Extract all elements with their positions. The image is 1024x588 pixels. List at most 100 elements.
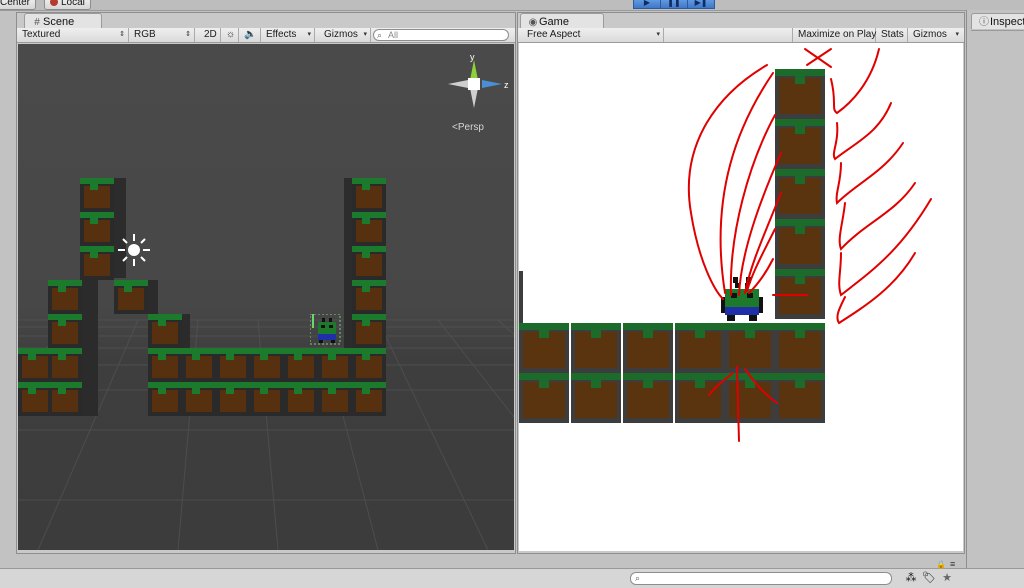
tile	[775, 69, 825, 119]
player-sprite[interactable]	[721, 277, 763, 323]
persp-label-text: Persp	[457, 122, 484, 133]
tile	[250, 382, 284, 416]
render-mode-value: Textured	[22, 29, 61, 40]
scene-audio-toggle[interactable]: 🔈	[239, 28, 261, 42]
tile	[182, 382, 216, 416]
scene-gizmos-label: Gizmos	[324, 29, 358, 40]
chevron-down-icon: ▾	[307, 31, 311, 38]
tile	[623, 323, 673, 373]
chevron-down-icon: ▾	[656, 31, 660, 38]
color-mode-value: RGB	[134, 29, 156, 40]
aspect-dropdown[interactable]: Free Aspect ▾	[522, 28, 664, 42]
gizmo-y-label: y	[470, 52, 475, 62]
sun-icon: ☼	[226, 29, 236, 40]
stats-label: Stats	[881, 29, 904, 40]
tile	[80, 178, 114, 212]
tile	[775, 269, 825, 319]
inspector-panel: ⓘInspect	[966, 10, 1024, 571]
tile	[352, 246, 386, 280]
tile	[775, 219, 825, 269]
tab-inspector-label: Inspect	[990, 16, 1024, 28]
tile	[725, 323, 775, 373]
chevron-down-icon: ▾	[363, 31, 367, 38]
project-search-input[interactable]: ⌕	[630, 572, 892, 585]
tile	[114, 280, 148, 314]
step-icon: ▶❚	[694, 0, 708, 7]
block-side	[344, 178, 352, 348]
search-icon: ⌕	[635, 573, 641, 583]
game-gizmos-dropdown[interactable]: Gizmos ▾	[908, 28, 962, 42]
projection-toggle[interactable]: <Persp	[452, 122, 484, 133]
updown-arrow-icon: ⇕	[185, 31, 191, 38]
tile	[18, 382, 52, 416]
tile	[352, 280, 386, 314]
game-toolbar: Free Aspect ▾ Maximize on Play Stats Giz…	[518, 28, 964, 43]
scene-gizmos-dropdown[interactable]: Gizmos ▾	[319, 28, 371, 42]
tile	[148, 314, 182, 348]
tile	[352, 314, 386, 348]
tile	[318, 348, 352, 382]
game-viewport[interactable]	[519, 43, 963, 551]
tile	[571, 323, 621, 373]
tile	[352, 178, 386, 212]
step-button[interactable]: ▶❚	[687, 0, 715, 9]
play-button[interactable]: ▶	[633, 0, 661, 9]
orientation-gizmo[interactable]: y z	[448, 52, 512, 116]
gizmo-z-label: z	[504, 80, 509, 90]
tile	[352, 382, 386, 416]
maximize-on-play-toggle[interactable]: Maximize on Play	[792, 28, 876, 42]
scene-toolbar: Textured ⇕ RGB ⇕ 2D ☼ 🔈 Effects ▾ Gizmos…	[17, 28, 515, 43]
tile	[725, 373, 775, 423]
tab-inspector[interactable]: ⓘInspect	[971, 13, 1024, 29]
tile	[775, 119, 825, 169]
speaker-icon: 🔈	[244, 29, 257, 40]
scene-lighting-toggle[interactable]: ☼	[221, 28, 239, 42]
local-icon	[50, 0, 58, 6]
pivot-center-button[interactable]: Center	[0, 0, 37, 10]
tile	[519, 323, 569, 373]
directional-light-sun-icon[interactable]	[116, 232, 152, 268]
favorites-button[interactable]: ★	[940, 572, 954, 585]
pivot-local-button[interactable]: Local	[44, 0, 91, 10]
tile	[571, 373, 621, 423]
toggle-2d-button[interactable]: 2D	[199, 28, 221, 42]
tile	[352, 212, 386, 246]
tile	[80, 212, 114, 246]
tile	[284, 382, 318, 416]
filter-by-type-button[interactable]: ⁂	[904, 572, 918, 585]
project-toolbar: ⌕ ⁂ 🏷 ★ 🔒 ≡	[0, 559, 1024, 588]
tab-scene[interactable]: # Scene	[24, 13, 102, 29]
tile	[352, 348, 386, 382]
render-mode-dropdown[interactable]: Textured ⇕	[17, 28, 129, 42]
filter-by-label-button[interactable]: 🏷	[922, 572, 936, 585]
tile	[250, 348, 284, 382]
pivot-center-label: Center	[0, 0, 31, 8]
panel-menu-icon[interactable]: ≡	[950, 559, 955, 569]
tile	[775, 323, 825, 373]
player-sprite[interactable]	[309, 313, 342, 348]
stats-toggle[interactable]: Stats	[876, 28, 908, 42]
info-icon: ⓘ	[979, 17, 989, 28]
tile	[48, 314, 82, 348]
color-mode-dropdown[interactable]: RGB ⇕	[129, 28, 195, 42]
scene-viewport[interactable]	[18, 44, 514, 550]
player-sprite-svg	[309, 313, 341, 345]
maximize-label: Maximize on Play	[798, 29, 877, 40]
tile	[284, 348, 318, 382]
search-icon: ⌕	[377, 30, 383, 40]
lock-icon[interactable]: 🔒	[936, 560, 946, 569]
tile	[675, 323, 725, 373]
inspector-body	[971, 30, 1024, 571]
tile	[48, 382, 82, 416]
tab-game[interactable]: ◉ Game	[520, 13, 604, 29]
block-side	[82, 280, 98, 416]
tile	[48, 348, 82, 382]
scene-search-input[interactable]: ⌕ All	[373, 29, 509, 41]
tile	[216, 348, 250, 382]
toggle-2d-label: 2D	[204, 29, 217, 40]
tile	[18, 348, 52, 382]
tile	[318, 382, 352, 416]
effects-dropdown[interactable]: Effects ▾	[261, 28, 315, 42]
pause-button[interactable]: ❚❚	[660, 0, 688, 9]
tile	[80, 246, 114, 280]
